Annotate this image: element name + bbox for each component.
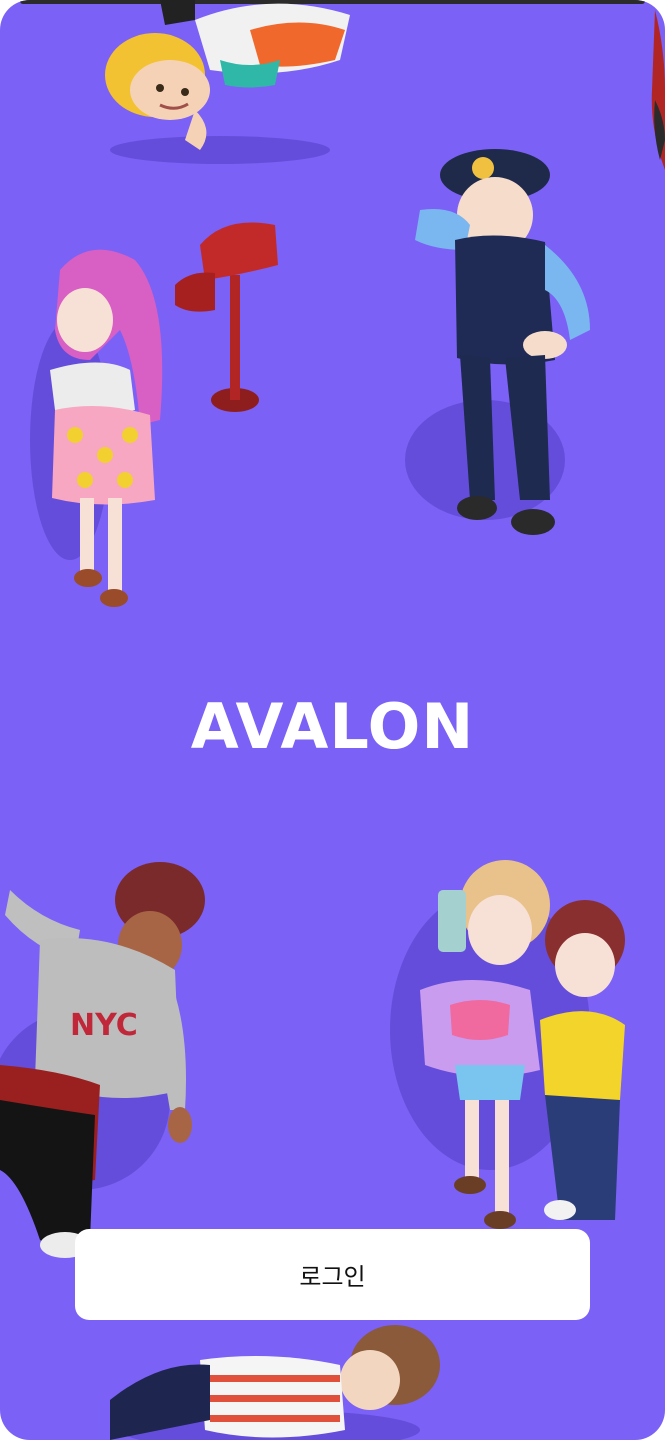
svg-text:NYC: NYC: [70, 1008, 138, 1043]
avatar-striped-shirt-boy-icon: [110, 1325, 440, 1440]
avatar-police-officer-icon: [405, 149, 590, 535]
avatar-selfie-girls-icon: [390, 860, 625, 1229]
avatar-edge-partial-icon: [651, 10, 665, 170]
avatar-pink-hair-girl-icon: [30, 249, 163, 607]
login-button[interactable]: 로그인: [75, 1229, 590, 1320]
mailbox-icon: [175, 222, 278, 412]
app-title: AVALON: [190, 690, 475, 763]
avatar-nyc-hoodie-boy-icon: NYC: [0, 862, 205, 1258]
splash-screen: NYC AVALON 로그인: [0, 0, 665, 1440]
avatar-blonde-boy-icon: [105, 0, 350, 164]
